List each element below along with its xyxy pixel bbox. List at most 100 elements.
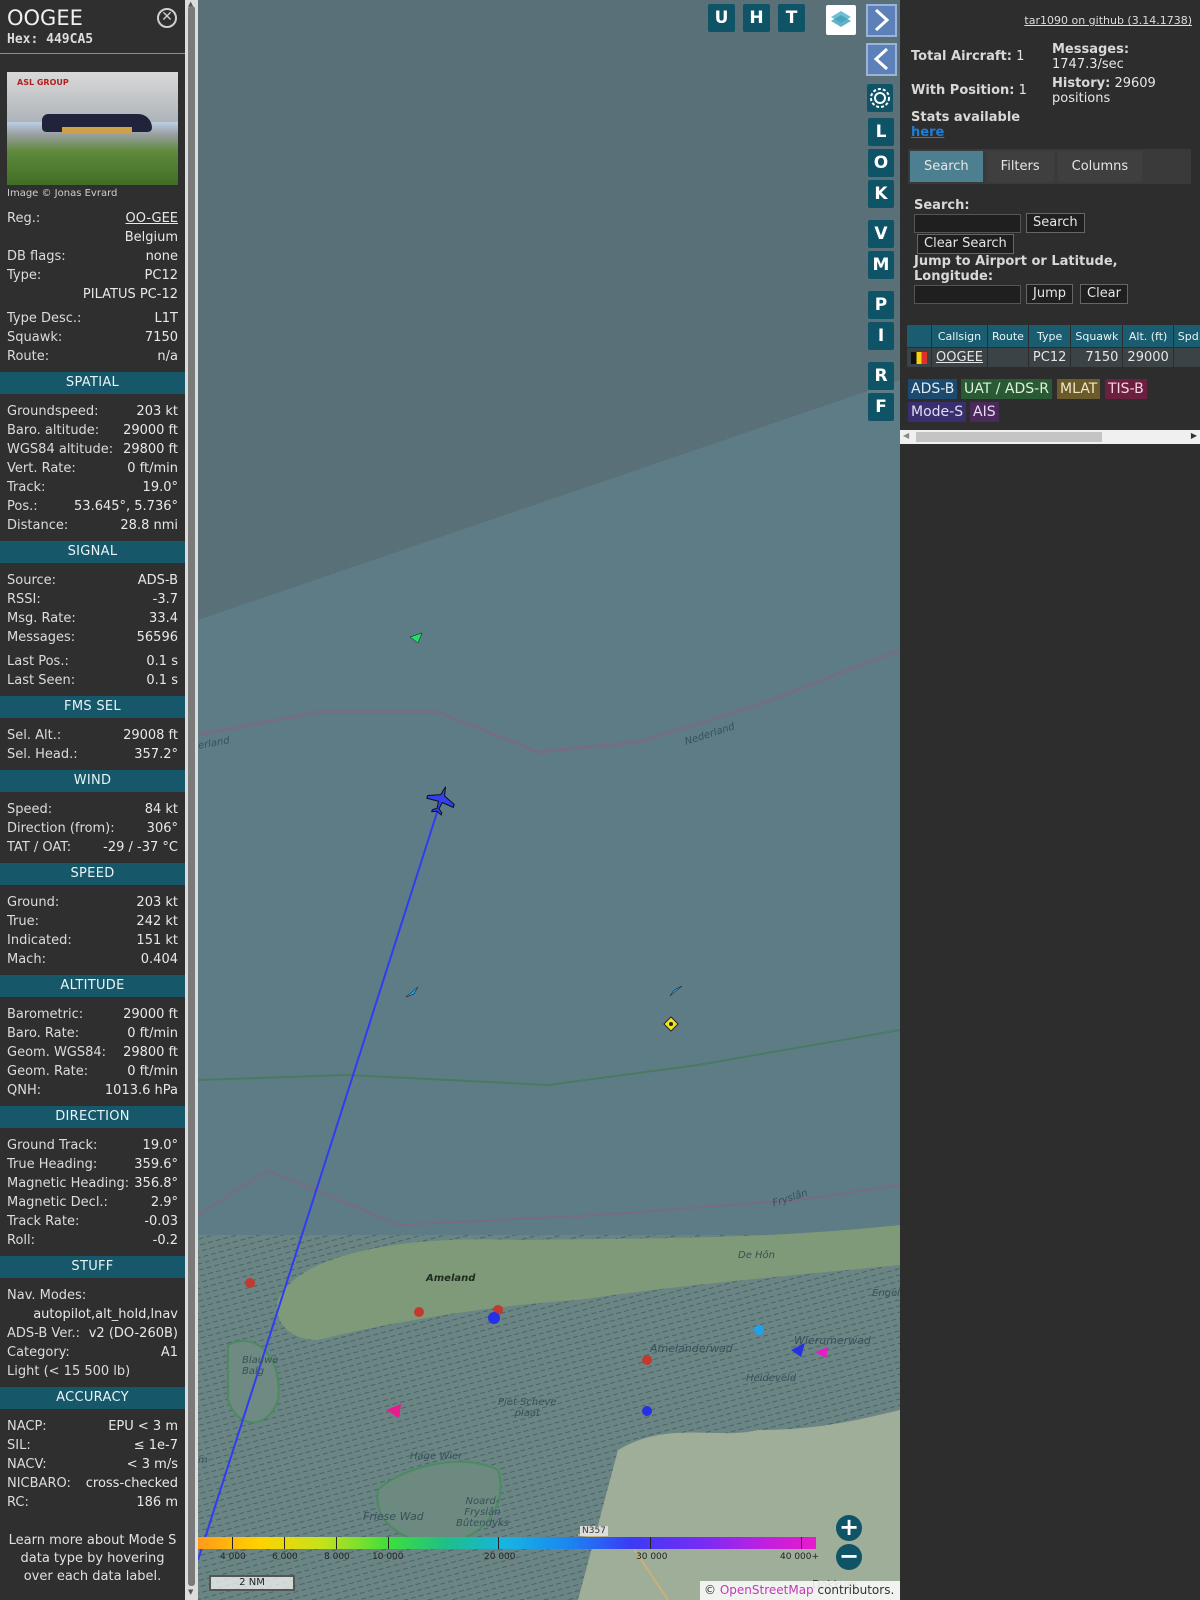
map-label-de-hon: De Hôn — [738, 1250, 776, 1261]
info-key: Route: — [7, 349, 50, 364]
expand-map-button[interactable] — [866, 4, 897, 37]
info-value: n/a — [157, 349, 178, 364]
info-sections: SPATIAL Groundspeed: 203 kt Baro. altitude:… — [0, 372, 185, 1512]
with-position-stat: With Position: 1 — [911, 83, 1027, 98]
scrollbar-thumb[interactable] — [188, 6, 195, 1586]
tab-search[interactable]: Search — [910, 151, 983, 182]
hex-code: Hex: 449CA5 — [7, 32, 94, 47]
table-horizontal-scrollbar[interactable]: ◀ ▶ — [900, 430, 1200, 444]
aircraft-table: Callsign Route Type Squawk Alt. (ft) Spd. OOG… — [906, 324, 1200, 368]
altitude-scale-label: 30 000 — [636, 1552, 668, 1562]
info-value: 306° — [146, 821, 178, 836]
info-key: True: — [7, 914, 39, 929]
info-row: Magnetic Decl.: 2.9° — [0, 1193, 185, 1212]
search-input[interactable] — [914, 214, 1021, 233]
map-attribution[interactable]: © OpenStreetMap contributors. — [700, 1581, 900, 1600]
map-button-l[interactable]: L — [868, 118, 894, 146]
info-value: 357.2° — [134, 747, 178, 762]
info-key: Pos.: — [7, 499, 38, 514]
collapse-sidebar-button[interactable] — [866, 43, 897, 76]
info-value: 19.0° — [142, 1138, 178, 1153]
info-row: Mach: 0.404 — [0, 950, 185, 969]
map-button-h[interactable]: H — [743, 4, 770, 32]
selected-callsign: OOGEE — [7, 6, 83, 30]
hscroll-thumb[interactable] — [916, 432, 1102, 442]
callsign-cell[interactable]: OOGEE — [931, 347, 988, 368]
map-button-t[interactable]: T — [778, 4, 805, 32]
source-badge-uat-ads-r[interactable]: UAT / ADS-R — [961, 379, 1052, 399]
scroll-right-icon[interactable]: ▶ — [1191, 431, 1197, 440]
github-link[interactable]: tar1090 on github (3.14.1738) — [1024, 14, 1192, 27]
scroll-left-icon[interactable]: ◀ — [903, 431, 909, 440]
zoom-in-button[interactable]: + — [836, 1515, 862, 1541]
table-row[interactable]: OOGEE PC12 7150 29000 — [906, 347, 1200, 368]
source-badge-ais[interactable]: AIS — [970, 402, 999, 422]
close-icon[interactable]: ✕ — [157, 8, 177, 28]
clear-search-button[interactable]: Clear Search — [917, 234, 1014, 254]
info-value: EPU < 3 m — [108, 1419, 178, 1434]
sidebar: tar1090 on github (3.14.1738) Total Airc… — [900, 0, 1200, 1600]
clear-jump-button[interactable]: Clear — [1080, 284, 1128, 304]
info-row: Track Rate: -0.03 — [0, 1212, 185, 1231]
source-badge-mlat[interactable]: MLAT — [1057, 379, 1101, 399]
section-header-spatial: SPATIAL — [0, 372, 185, 394]
map-button-k[interactable]: K — [868, 180, 894, 208]
info-value: -0.03 — [144, 1214, 178, 1229]
registration-link[interactable]: OO-GEE — [126, 209, 179, 228]
column-header[interactable]: Squawk — [1070, 324, 1124, 348]
info-row: True Heading: 359.6° — [0, 1155, 185, 1174]
map-button-i[interactable]: I — [868, 322, 894, 350]
column-header[interactable]: Route — [986, 324, 1029, 348]
info-key: Category: — [7, 1345, 70, 1360]
source-badge-ads-b[interactable]: ADS-B — [908, 379, 958, 399]
map-button-m[interactable]: M — [868, 251, 894, 279]
column-header[interactable]: Alt. (ft) — [1122, 324, 1174, 348]
column-header[interactable]: Spd. — [1172, 324, 1200, 348]
info-row: Type: PC12 — [0, 266, 185, 285]
info-key: TAT / OAT: — [7, 840, 72, 855]
info-row: Barometric: 29000 ft — [0, 1005, 185, 1024]
info-value: 0 ft/min — [127, 1026, 178, 1041]
map-button-u[interactable]: U — [708, 4, 735, 32]
map-button-f[interactable]: F — [868, 393, 894, 421]
info-value: 242 kt — [136, 914, 178, 929]
info-key: Ground Track: — [7, 1138, 98, 1153]
jump-button[interactable]: Jump — [1026, 284, 1073, 304]
info-panel-scrollbar[interactable]: ▲ ▼ — [185, 0, 198, 1600]
info-value: 53.645°, 5.736° — [74, 499, 178, 514]
map-button-p[interactable]: P — [868, 291, 894, 319]
stats-here-link[interactable]: here — [911, 125, 944, 140]
source-badge-mode-s[interactable]: Mode-S — [908, 402, 967, 422]
map-label-heideveld: Heideveld — [746, 1373, 797, 1384]
route-cell — [986, 347, 1029, 368]
settings-gear-icon[interactable] — [867, 84, 893, 112]
map-label-ameland: Ameland — [426, 1273, 476, 1284]
tab-filters[interactable]: Filters — [986, 151, 1054, 182]
info-row: Geom. Rate: 0 ft/min — [0, 1062, 185, 1081]
column-header[interactable]: Callsign — [931, 324, 988, 348]
source-badge-tis-b[interactable]: TIS-B — [1105, 379, 1147, 399]
map-button-v[interactable]: V — [868, 220, 894, 248]
info-row: WGS84 altitude: 29800 ft — [0, 440, 185, 459]
section-header-signal: SIGNAL — [0, 541, 185, 563]
column-header[interactable]: Type — [1027, 324, 1072, 348]
layers-icon[interactable] — [826, 5, 856, 35]
info-row: Vert. Rate: 0 ft/min — [0, 459, 185, 478]
info-row: Groundspeed: 203 kt — [0, 402, 185, 421]
info-value: -29 / -37 °C — [103, 840, 178, 855]
info-value: 0.404 — [140, 952, 178, 967]
search-button[interactable]: Search — [1026, 213, 1085, 233]
map-label-engels: Engels — [872, 1288, 900, 1299]
map-label-piet-scheve: Piet Scheve plaat — [498, 1397, 557, 1419]
aircraft-photo[interactable]: ASL GROUP — [7, 72, 178, 185]
column-header[interactable] — [906, 324, 932, 348]
map-label-m: m — [198, 1455, 208, 1466]
map-button-r[interactable]: R — [868, 362, 894, 390]
scroll-down-icon[interactable]: ▼ — [188, 1588, 193, 1596]
zoom-out-button[interactable]: − — [836, 1544, 862, 1570]
tab-columns[interactable]: Columns — [1057, 151, 1143, 182]
jump-input[interactable] — [914, 285, 1021, 304]
map-button-o[interactable]: O — [868, 149, 894, 177]
info-row: Baro. altitude: 29000 ft — [0, 421, 185, 440]
map-view[interactable]: Ameland Nederland erland Fryslân De Hôn … — [198, 0, 900, 1600]
